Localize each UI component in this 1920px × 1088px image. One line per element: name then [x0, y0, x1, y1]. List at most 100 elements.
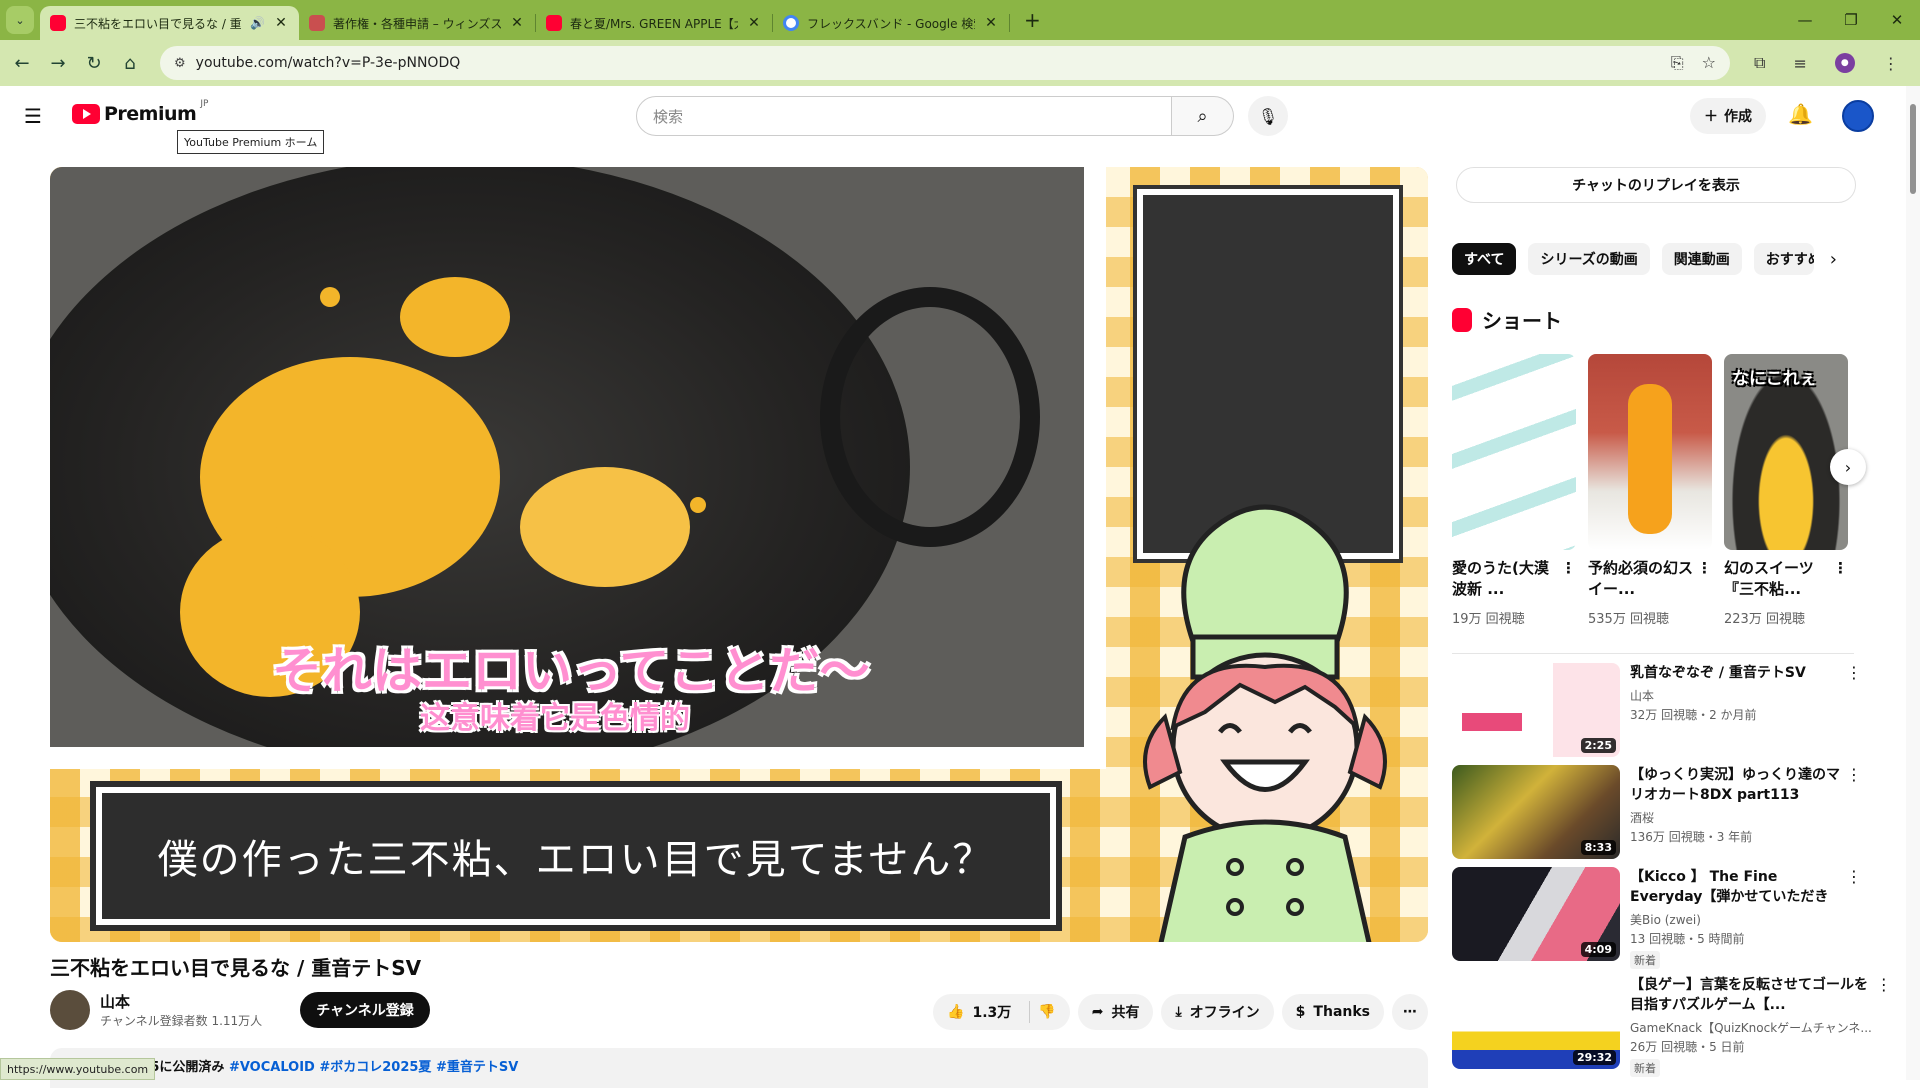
- recommendation-channel[interactable]: 酒桜: [1630, 809, 1842, 826]
- like-count: 1.3万: [972, 1005, 1012, 1021]
- more-options-icon[interactable]: ⋮: [1697, 558, 1712, 579]
- forward-icon[interactable]: →: [40, 53, 76, 74]
- hashtags[interactable]: #VOCALOID #ボカコレ2025夏 #重音テトSV: [229, 1060, 518, 1075]
- media-control-icon[interactable]: ≡: [1793, 54, 1806, 73]
- browser-tab[interactable]: 著作権・各種申請 – ウィンズスコア ✕: [299, 6, 535, 40]
- youtube-favicon-icon: [50, 15, 66, 31]
- search-button[interactable]: ⌕: [1172, 96, 1234, 136]
- close-tab-icon[interactable]: ✕: [509, 15, 525, 31]
- home-icon[interactable]: ⌂: [112, 53, 148, 74]
- offline-download-button[interactable]: ⤓ オフライン: [1161, 994, 1274, 1030]
- subscribe-button[interactable]: チャンネル登録: [300, 992, 430, 1028]
- status-bar-url: https://www.youtube.com: [0, 1058, 156, 1080]
- site-info-icon[interactable]: ⚙: [174, 56, 186, 71]
- menu-hamburger-icon[interactable]: ☰: [24, 104, 42, 128]
- close-tab-icon[interactable]: ✕: [983, 15, 999, 31]
- recommendation-channel[interactable]: 山本: [1630, 687, 1842, 704]
- more-options-icon[interactable]: ⋮: [1876, 975, 1892, 994]
- create-button[interactable]: ＋ 作成: [1690, 98, 1766, 134]
- recommendation-thumbnail[interactable]: 8:33: [1452, 765, 1620, 859]
- short-title[interactable]: 幻のスイーツ『三不粘...: [1724, 559, 1814, 598]
- short-title[interactable]: 予約必須の幻スイー...: [1588, 559, 1693, 598]
- more-options-icon[interactable]: ⋮: [1846, 867, 1862, 886]
- voice-search-button[interactable]: 🎙: [1248, 96, 1288, 136]
- more-options-icon[interactable]: ⋮: [1561, 558, 1576, 579]
- channel-name[interactable]: 山本: [100, 991, 262, 1012]
- channel-avatar[interactable]: [50, 990, 90, 1030]
- recommendation-item[interactable]: 2:25 乳首なぞなぞ / 重音テトSV 山本 32万 回視聴・2 か月前 ⋮: [1452, 663, 1862, 757]
- share-button[interactable]: ➦ 共有: [1077, 994, 1154, 1030]
- more-options-icon[interactable]: ⋮: [1846, 765, 1862, 784]
- like-button[interactable]: 👍 1.3万 👎: [933, 994, 1070, 1030]
- more-actions-button[interactable]: ⋯: [1392, 994, 1428, 1030]
- recommendation-thumbnail[interactable]: 2:25: [1452, 663, 1620, 757]
- recommendation-title[interactable]: 乳首なぞなぞ / 重音テトSV: [1630, 663, 1842, 683]
- browser-tab[interactable]: 春と夏/Mrs. GREEN APPLE【大阪 ✕: [536, 6, 772, 40]
- recommendation-item[interactable]: 29:32 【良ゲー】言葉を反転させてゴールを目指すパズルゲーム【... Gam…: [1452, 975, 1892, 1077]
- recommendation-title[interactable]: 【Kicco 】 The Fine Everyday【弾かせていただきました】: [1630, 867, 1842, 907]
- install-app-icon[interactable]: ⎘: [1671, 53, 1684, 73]
- video-meta: 三不粘をエロい目で見るな / 重音テトSV 山本 チャンネル登録者数 1.11万…: [50, 952, 1428, 1088]
- search-input[interactable]: 検索: [636, 96, 1172, 136]
- browser-tab[interactable]: フレックスバンド - Google 検索 ✕: [773, 6, 1009, 40]
- browser-menu-icon[interactable]: ⋮: [1883, 54, 1899, 73]
- notifications-bell-icon[interactable]: 🔔: [1788, 102, 1813, 126]
- recommendation-title[interactable]: 【良ゲー】言葉を反転させてゴールを目指すパズルゲーム【...: [1630, 975, 1872, 1015]
- back-icon[interactable]: ←: [4, 53, 40, 74]
- duration-badge: 29:32: [1572, 1050, 1616, 1065]
- address-bar[interactable]: ⚙ youtube.com/watch?v=P-3e-pNNODQ ⎘ ☆: [160, 46, 1730, 80]
- scrollbar-thumb[interactable]: [1910, 104, 1916, 194]
- profile-avatar-icon[interactable]: ●: [1834, 53, 1855, 73]
- close-tab-icon[interactable]: ✕: [746, 15, 762, 31]
- recommendation-channel[interactable]: GameKnack【QuizKnockゲームチャンネ...: [1630, 1019, 1872, 1036]
- wok-handle: [820, 287, 1040, 547]
- minimize-icon[interactable]: —: [1782, 0, 1828, 40]
- more-options-icon[interactable]: ⋮: [1833, 558, 1848, 579]
- site-favicon-icon: [308, 15, 325, 31]
- restore-icon[interactable]: ❐: [1828, 0, 1874, 40]
- browser-tab[interactable]: 三不粘をエロい目で見るな / 重 🔊 ✕: [40, 6, 299, 40]
- description-box[interactable]: 膝 2025/08/25に公開済み #VOCALOID #ボカコレ2025夏 #…: [50, 1048, 1428, 1088]
- short-item[interactable]: 予約必須の幻スイー... ⋮ 535万 回視聴: [1588, 354, 1712, 627]
- egg-blob: [520, 467, 690, 587]
- short-item[interactable]: 愛のうた(大漠波新 ... ⋮ 19万 回視聴: [1452, 354, 1576, 627]
- chip-series[interactable]: シリーズの動画: [1528, 243, 1650, 275]
- account-avatar[interactable]: [1842, 100, 1874, 132]
- thanks-button[interactable]: $ Thanks: [1281, 994, 1384, 1030]
- recommendation-thumbnail[interactable]: 29:32: [1452, 975, 1620, 1069]
- short-title-wrap: 予約必須の幻スイー... ⋮: [1588, 558, 1712, 600]
- thumbs-down-icon[interactable]: 👎: [1038, 1004, 1055, 1020]
- short-thumbnail[interactable]: [1588, 354, 1712, 550]
- tab-search-button[interactable]: ⌄: [6, 6, 34, 34]
- extensions-icon[interactable]: ⧉: [1754, 53, 1765, 73]
- chat-replay-button[interactable]: チャットのリプレイを表示: [1456, 167, 1856, 203]
- recommendation-item[interactable]: 8:33 【ゆっくり実況】ゆっくり達のマリオカート8DX part113 酒桜 …: [1452, 765, 1862, 859]
- region-code: JP: [200, 99, 209, 109]
- page-scrollbar[interactable]: [1906, 86, 1920, 1080]
- recommendation-thumbnail[interactable]: 4:09: [1452, 867, 1620, 961]
- thanks-label: Thanks: [1313, 1004, 1370, 1020]
- more-options-icon[interactable]: ⋮: [1846, 663, 1862, 682]
- short-item[interactable]: なにこれぇ 幻のスイーツ『三不粘... ⋮ 223万 回視聴: [1724, 354, 1848, 627]
- short-thumbnail[interactable]: [1452, 354, 1576, 550]
- chip-all[interactable]: すべて: [1452, 243, 1517, 275]
- bookmark-star-icon[interactable]: ☆: [1702, 53, 1716, 73]
- video-player[interactable]: それはエロいってことだ～ 这意味着它是色情的 僕の作った三不粘、エロい目で見てま…: [50, 167, 1428, 942]
- chip-related[interactable]: 関連動画: [1661, 243, 1742, 275]
- youtube-premium-logo[interactable]: Premium JP: [72, 99, 208, 125]
- short-title[interactable]: 愛のうた(大漠波新 ...: [1452, 559, 1549, 598]
- new-tab-icon[interactable]: +: [1024, 8, 1041, 32]
- duration-badge: 4:09: [1580, 942, 1616, 957]
- chip-recommended[interactable]: おすすめ: [1753, 243, 1814, 275]
- recommendation-title[interactable]: 【ゆっくり実況】ゆっくり達のマリオカート8DX part113: [1630, 765, 1842, 805]
- create-label: 作成: [1724, 109, 1752, 125]
- recommendation-item[interactable]: 4:09 【Kicco 】 The Fine Everyday【弾かせていただき…: [1452, 867, 1862, 969]
- speaker-icon[interactable]: 🔊: [250, 16, 265, 30]
- recommendation-channel[interactable]: 美Bio (zwei): [1630, 911, 1842, 928]
- reload-icon[interactable]: ↻: [76, 53, 112, 74]
- close-window-icon[interactable]: ✕: [1874, 0, 1920, 40]
- short-thumbnail[interactable]: なにこれぇ: [1724, 354, 1848, 550]
- chevron-right-icon[interactable]: ›: [1830, 249, 1837, 270]
- shorts-next-button[interactable]: ›: [1830, 449, 1866, 485]
- close-tab-icon[interactable]: ✕: [273, 15, 289, 31]
